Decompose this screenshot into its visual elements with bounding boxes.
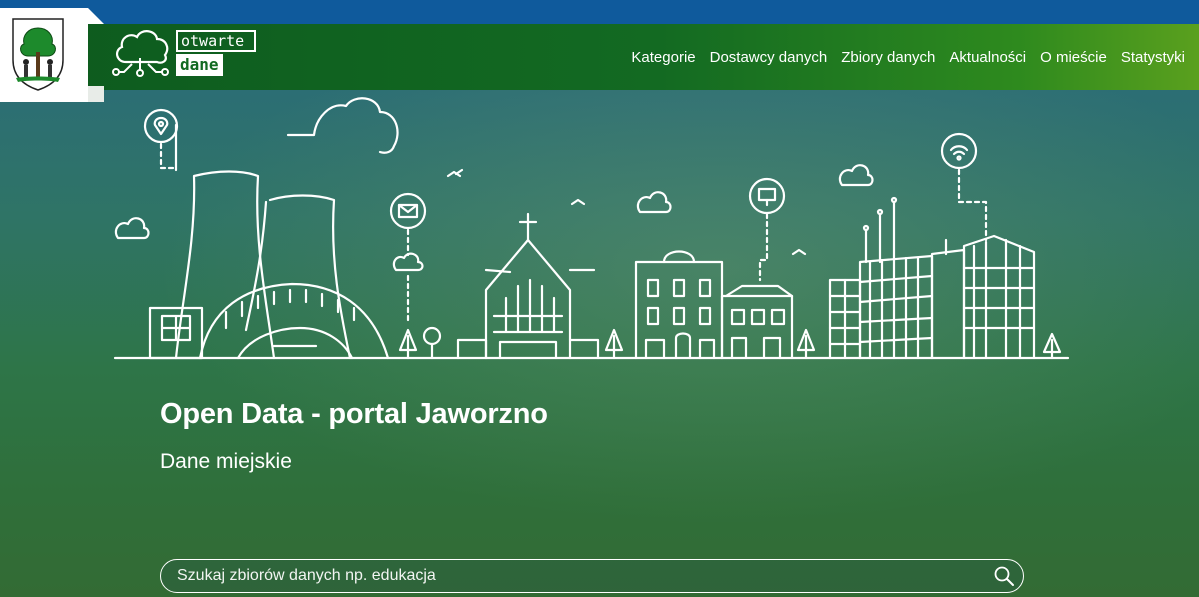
top-bar [0,0,1199,24]
page-title: Open Data - portal Jaworzno [160,398,548,430]
nav-item-aktualnosci[interactable]: Aktualności [949,49,1026,66]
city-crest-icon[interactable] [10,16,66,92]
brand-wordmark[interactable]: otwarte dane [176,30,256,76]
nav-item-statystyki[interactable]: Statystyki [1121,49,1185,66]
search-input[interactable] [177,560,977,592]
brand-line-1: otwarte [176,30,256,52]
city-skyline-illustration [113,97,1070,360]
nav-item-dostawcy-danych[interactable]: Dostawcy danych [710,49,828,66]
search-icon[interactable] [993,565,1015,587]
nav-item-o-miescie[interactable]: O mieście [1040,49,1107,66]
crest-tab-bottom [88,86,104,102]
hero-banner: Open Data - portal Jaworzno Dane miejski… [0,90,1199,597]
page-subtitle: Dane miejskie [160,450,292,473]
nav-item-kategorie[interactable]: Kategorie [631,49,695,66]
main-nav: Kategorie Dostawcy danych Zbiory danych … [617,24,1185,90]
nav-item-zbiory-danych[interactable]: Zbiory danych [841,49,935,66]
cloud-network-logo-icon[interactable] [112,28,172,82]
crest-tab-top [88,8,104,24]
brand-line-2: dane [176,54,223,76]
search-bar [160,559,1024,593]
